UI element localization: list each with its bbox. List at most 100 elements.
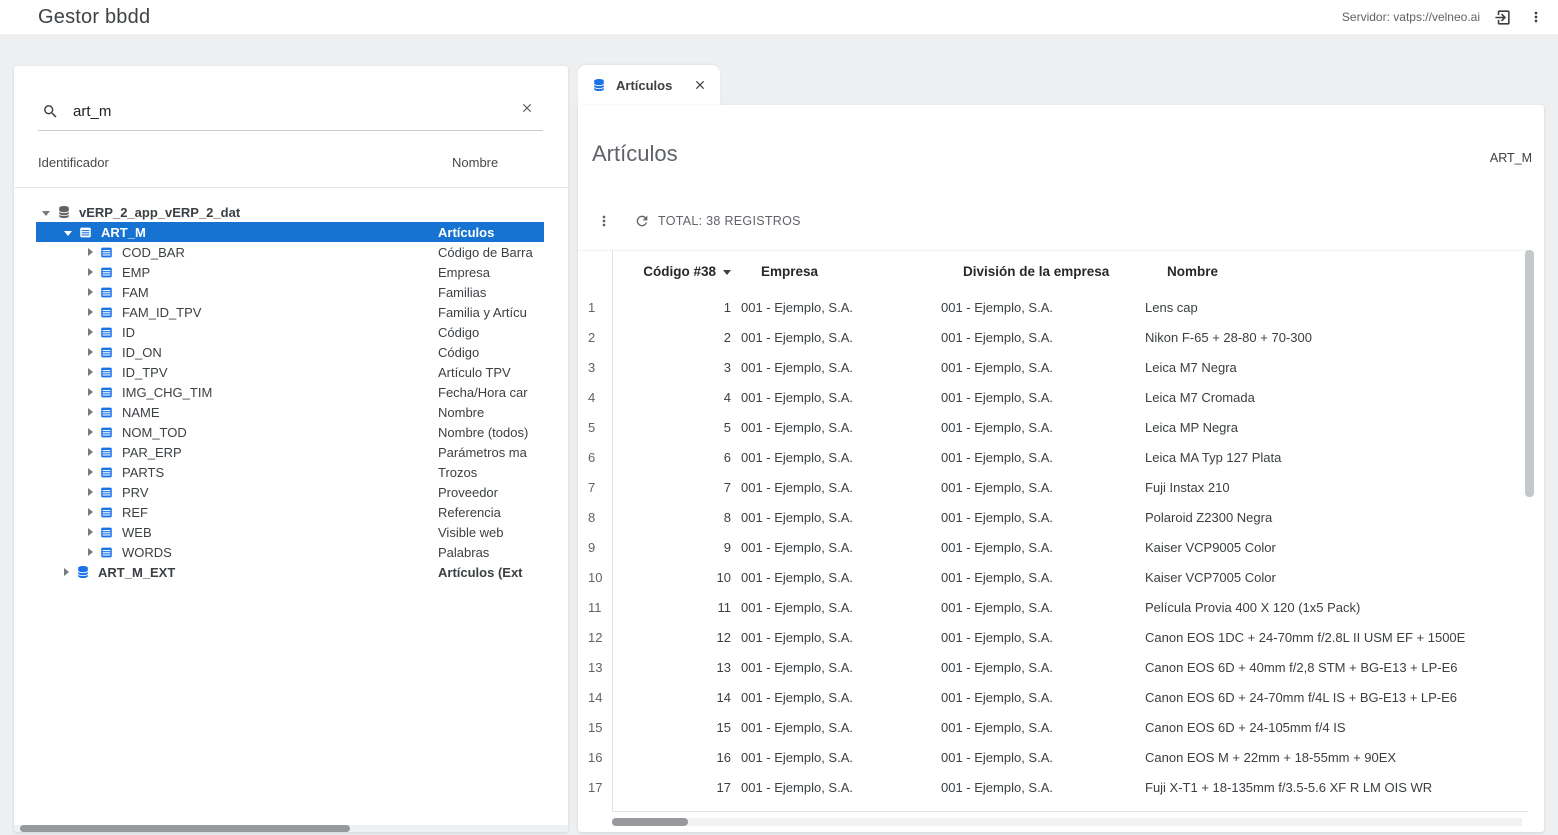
cell-empresa: 001 - Ejemplo, S.A. [735,540,935,555]
tree-item-id[interactable]: ID Código [36,322,544,342]
tree-item-parts[interactable]: PARTSTrozos [36,462,544,482]
sidebar-horizontal-scrollbar[interactable] [14,825,568,832]
tree-item-fam[interactable]: FAMFamilias [36,282,544,302]
tree-item-name: Visible web [438,525,504,540]
scrollbar-thumb[interactable] [20,825,350,832]
tree-item-cod_bar[interactable]: COD_BARCódigo de Barra [36,242,544,262]
tree-item-ref[interactable]: REFReferencia [36,502,544,522]
column-header-nombre[interactable]: Nombre [1141,264,1528,279]
table-icon [100,365,115,379]
row-number: 14 [578,690,612,705]
column-header-label: Nombre [1167,264,1218,279]
cell-nombre: Kaiser VCP7005 Color [1141,570,1528,585]
tree-item-name[interactable]: NAMENombre [36,402,544,422]
table-row[interactable]: 55001 - Ejemplo, S.A.001 - Ejemplo, S.A.… [578,412,1528,442]
table-row[interactable]: 99001 - Ejemplo, S.A.001 - Ejemplo, S.A.… [578,532,1528,562]
expand-arrow-icon[interactable] [88,468,93,476]
expand-arrow-icon[interactable] [88,308,93,316]
tree-item-art_m[interactable]: ART_MArtículos [36,222,544,242]
table-row[interactable]: 44001 - Ejemplo, S.A.001 - Ejemplo, S.A.… [578,382,1528,412]
table-icon [100,285,115,299]
scrollbar-thumb[interactable] [612,818,688,826]
search-icon [42,103,59,120]
table-row[interactable]: 1616001 - Ejemplo, S.A.001 - Ejemplo, S.… [578,742,1528,772]
table-row[interactable]: 66001 - Ejemplo, S.A.001 - Ejemplo, S.A.… [578,442,1528,472]
top-bar-right: Servidor: vatps://velneo.ai [1342,0,1548,34]
logout-button[interactable] [1490,5,1514,29]
schema-tree: vERP_2_app_vERP_2_dat ART_MArtículosCOD_… [14,188,568,582]
table-row[interactable]: 1414001 - Ejemplo, S.A.001 - Ejemplo, S.… [578,682,1528,712]
cell-codigo: 14 [612,690,735,705]
scrollbar-thumb[interactable] [1525,250,1534,497]
expand-arrow-icon[interactable] [88,548,93,556]
table-row[interactable]: 88001 - Ejemplo, S.A.001 - Ejemplo, S.A.… [578,502,1528,532]
tree-item-par_erp[interactable]: PAR_ERPParámetros ma [36,442,544,462]
table-menu-button[interactable] [594,211,614,231]
table-row[interactable]: 11001 - Ejemplo, S.A.001 - Ejemplo, S.A.… [578,292,1528,322]
expand-arrow-icon[interactable] [88,288,93,296]
expand-arrow-icon[interactable] [88,428,93,436]
tree-item-id: FAM [122,285,149,300]
tree-item-img_chg_tim[interactable]: IMG_CHG_TIMFecha/Hora car [36,382,544,402]
search-input[interactable] [73,103,515,120]
column-header-label: Código #38 [643,264,716,279]
table-row[interactable]: 22001 - Ejemplo, S.A.001 - Ejemplo, S.A.… [578,322,1528,352]
tree-item-id_tpv[interactable]: ID_TPVArtículo TPV [36,362,544,382]
table-row[interactable]: 1313001 - Ejemplo, S.A.001 - Ejemplo, S.… [578,652,1528,682]
tree-item-prv[interactable]: PRVProveedor [36,482,544,502]
collapse-arrow-icon[interactable] [64,231,72,236]
table-row[interactable]: 18 [578,802,1528,812]
column-header-division[interactable]: División de la empresa [935,264,1141,279]
expand-arrow-icon[interactable] [88,388,93,396]
tree-item-id_on[interactable]: ID_ONCódigo [36,342,544,362]
cell-nombre: Canon EOS 1DC + 24-70mm f/2.8L II USM EF… [1141,630,1528,645]
overflow-menu-button[interactable] [1524,5,1548,29]
tree-item-id: ID [122,325,135,340]
refresh-icon [634,213,650,229]
tree-item-fam_id_tpv[interactable]: FAM_ID_TPVFamilia y Artícu [36,302,544,322]
cell-division: 001 - Ejemplo, S.A. [935,600,1141,615]
table-horizontal-scrollbar[interactable] [612,818,1522,826]
table-row[interactable]: 1010001 - Ejemplo, S.A.001 - Ejemplo, S.… [578,562,1528,592]
clear-search-button[interactable] [515,96,539,120]
expand-arrow-icon[interactable] [88,268,93,276]
cell-division: 001 - Ejemplo, S.A. [935,750,1141,765]
tree-item-web[interactable]: WEBVisible web [36,522,544,542]
tab-articulos[interactable]: Artículos [578,65,720,105]
refresh-button[interactable] [632,211,652,231]
expand-arrow-icon[interactable] [88,328,93,336]
expand-arrow-icon[interactable] [88,488,93,496]
table-row[interactable]: 77001 - Ejemplo, S.A.001 - Ejemplo, S.A.… [578,472,1528,502]
table-row[interactable]: 1515001 - Ejemplo, S.A.001 - Ejemplo, S.… [578,712,1528,742]
sort-caret-icon[interactable] [723,270,731,275]
table-row[interactable]: 1212001 - Ejemplo, S.A.001 - Ejemplo, S.… [578,622,1528,652]
expand-arrow-icon[interactable] [88,368,93,376]
tree-item-name: Código [438,325,479,340]
collapse-arrow-icon[interactable] [42,211,50,216]
cell-empresa: 001 - Ejemplo, S.A. [735,780,935,795]
table-row[interactable]: 33001 - Ejemplo, S.A.001 - Ejemplo, S.A.… [578,352,1528,382]
expand-arrow-icon[interactable] [88,408,93,416]
expand-arrow-icon[interactable] [88,348,93,356]
expand-arrow-icon[interactable] [88,508,93,516]
tree-item-words[interactable]: WORDSPalabras [36,542,544,562]
cell-nombre: Nikon F-65 + 28-80 + 70-300 [1141,330,1528,345]
cell-empresa: 001 - Ejemplo, S.A. [735,690,935,705]
cell-empresa: 001 - Ejemplo, S.A. [735,510,935,525]
expand-arrow-icon[interactable] [64,568,69,576]
expand-arrow-icon[interactable] [88,528,93,536]
expand-arrow-icon[interactable] [88,248,93,256]
row-number: 17 [578,780,612,795]
tree-item-verp-2-app-verp-2-dat[interactable]: vERP_2_app_vERP_2_dat [36,202,544,222]
tree-item-nom_tod[interactable]: NOM_TODNombre (todos) [36,422,544,442]
tab-close-button[interactable] [690,75,710,95]
expand-arrow-icon[interactable] [88,448,93,456]
table-row[interactable]: 1717001 - Ejemplo, S.A.001 - Ejemplo, S.… [578,772,1528,802]
table-icon [100,305,115,319]
table-vertical-scrollbar[interactable] [1525,250,1534,812]
tree-item-emp[interactable]: EMPEmpresa [36,262,544,282]
column-header-codigo[interactable]: Código #38 [612,264,735,279]
table-row[interactable]: 1111001 - Ejemplo, S.A.001 - Ejemplo, S.… [578,592,1528,622]
tree-item-art_m_ext[interactable]: ART_M_EXTArtículos (Ext [36,562,544,582]
column-header-empresa[interactable]: Empresa [735,264,935,279]
